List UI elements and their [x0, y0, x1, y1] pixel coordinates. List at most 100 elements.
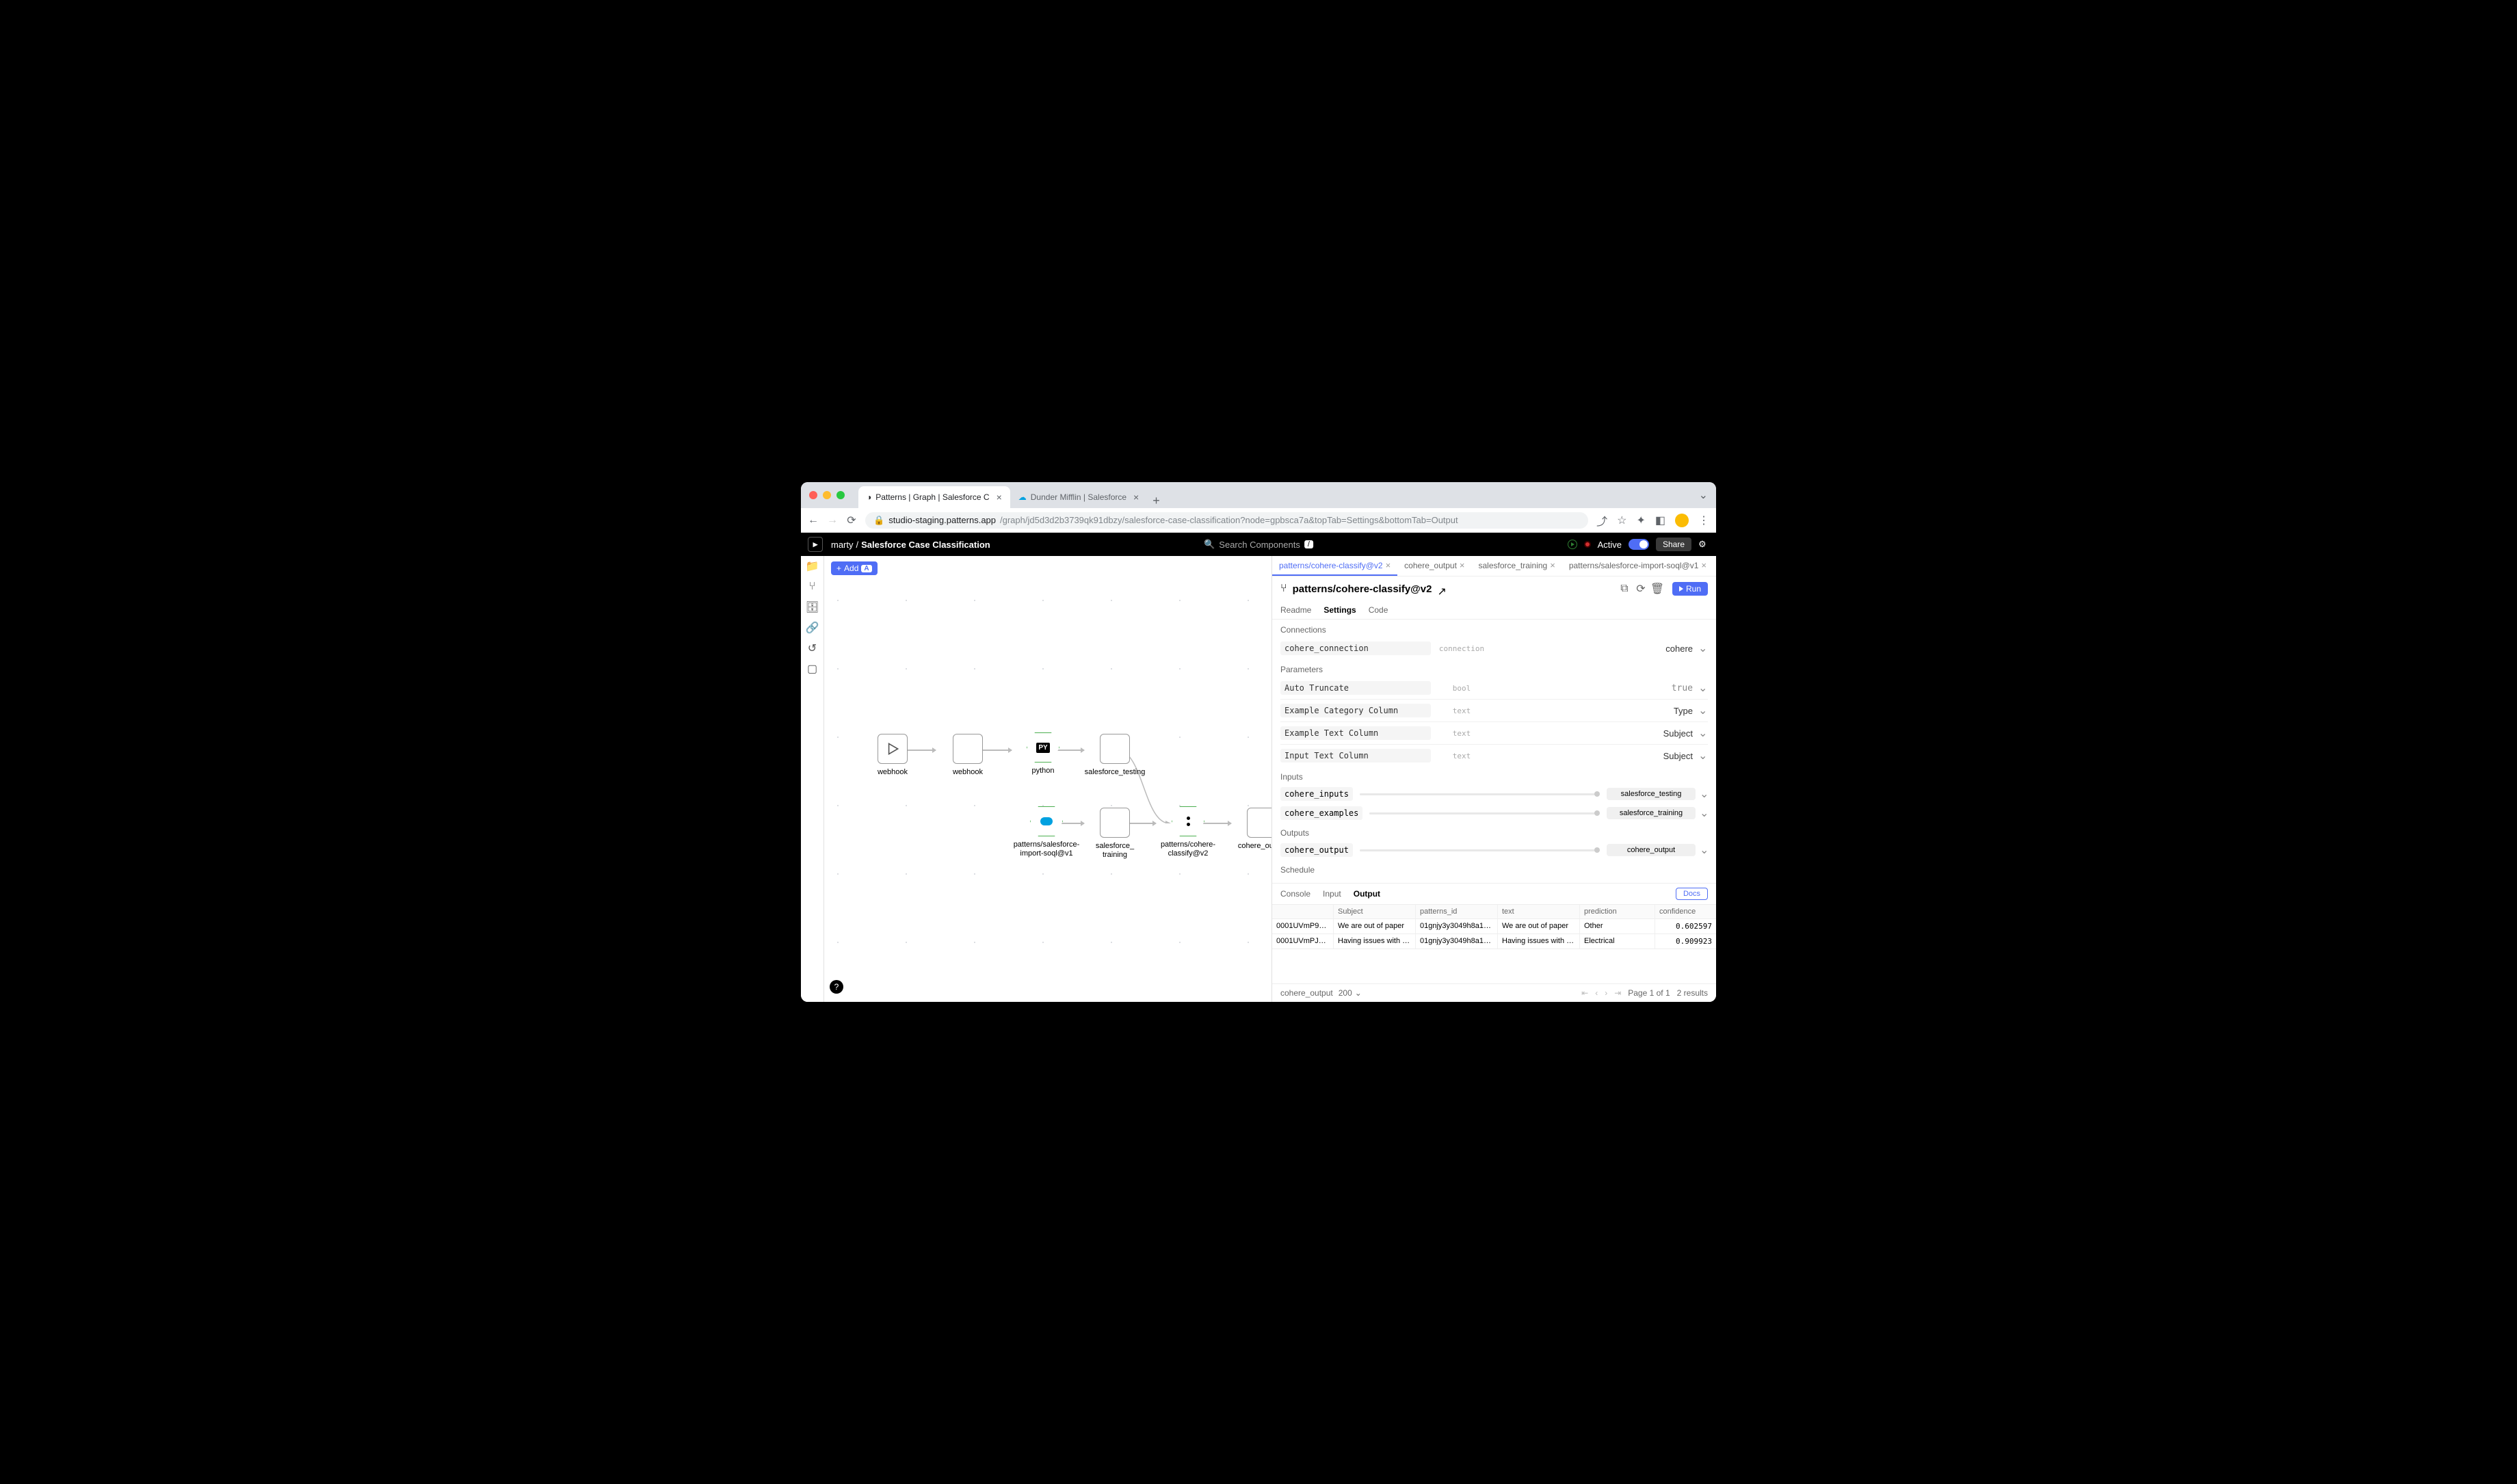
close-tab-icon[interactable]: ×: [997, 492, 1002, 503]
active-toggle[interactable]: [1629, 539, 1649, 550]
node-python[interactable]: PY python: [1012, 732, 1074, 776]
parameter-row[interactable]: Example Category ColumntextType⌄: [1280, 699, 1708, 721]
parameter-row[interactable]: Example Text ColumntextSubject⌄: [1280, 721, 1708, 744]
help-button[interactable]: ?: [830, 980, 843, 994]
breadcrumb[interactable]: marty / Salesforce Case Classification: [831, 540, 990, 550]
graph-canvas[interactable]: + Add A webhook webhook PY python: [824, 556, 1271, 1002]
first-page-icon[interactable]: ⇤: [1581, 988, 1588, 998]
console-tab-console[interactable]: Console: [1280, 889, 1310, 899]
run-status-icon[interactable]: [1568, 540, 1577, 549]
table-cell: 01gnjy3y3049h8a1…: [1416, 934, 1498, 949]
io-row[interactable]: cohere_examplessalesforce_training⌄: [1280, 804, 1708, 823]
share-icon[interactable]: ⤴: [1596, 512, 1607, 529]
close-icon[interactable]: ×: [1550, 560, 1555, 570]
connection-row[interactable]: cohere_connection connection cohere ⌄: [1280, 637, 1708, 659]
parameter-row[interactable]: Input Text ColumntextSubject⌄: [1280, 744, 1708, 767]
node-salesforce-testing[interactable]: salesforce_testing: [1084, 734, 1146, 777]
forward-button[interactable]: →: [827, 515, 838, 526]
io-slider[interactable]: [1369, 812, 1600, 814]
parameter-row[interactable]: Auto Truncatebooltrue⌄: [1280, 677, 1708, 699]
files-icon[interactable]: 📁: [806, 560, 819, 572]
console-tab-output[interactable]: Output: [1354, 889, 1380, 899]
close-icon[interactable]: ×: [1386, 560, 1391, 570]
close-icon[interactable]: ×: [1460, 560, 1465, 570]
sidepanel-icon[interactable]: ◧: [1655, 514, 1665, 527]
settings-icon[interactable]: ⚙: [1698, 539, 1709, 550]
panel-tab[interactable]: patterns/cohere-classify@v2×: [1272, 556, 1397, 576]
io-row[interactable]: cohere_outputcohere_output⌄: [1280, 840, 1708, 860]
node-salesforce-training[interactable]: salesforce_ training: [1084, 808, 1146, 860]
column-header[interactable]: Subject: [1334, 905, 1416, 918]
panel-tab[interactable]: cohere_output×: [1397, 556, 1471, 576]
back-button[interactable]: ←: [808, 515, 819, 526]
column-header[interactable]: [1272, 905, 1334, 918]
browser-tab-salesforce[interactable]: ☁ Dunder Mifflin | Salesforce ×: [1010, 486, 1147, 508]
docs-button[interactable]: Docs: [1676, 888, 1708, 900]
io-slider[interactable]: [1360, 849, 1600, 851]
new-tab-button[interactable]: +: [1152, 494, 1160, 508]
share-button[interactable]: Share: [1656, 538, 1691, 551]
left-rail: 📁 ⑂ 🗄 🔗 ↺ ▢: [801, 556, 824, 1002]
section-outputs: Outputs cohere_outputcohere_output⌄: [1272, 823, 1716, 860]
minimize-window-icon[interactable]: [823, 491, 831, 499]
bookmark-icon[interactable]: ☆: [1617, 514, 1626, 527]
external-link-icon[interactable]: ↗: [1438, 585, 1447, 594]
page-size-select[interactable]: 200 ⌄: [1339, 988, 1362, 998]
prev-page-icon[interactable]: ‹: [1595, 988, 1598, 998]
address-bar: ← → ⟳ 🔒 studio-staging.patterns.app/grap…: [801, 508, 1716, 533]
node-cohere-output[interactable]: cohere_output: [1231, 808, 1271, 851]
profile-avatar[interactable]: [1675, 514, 1689, 527]
branch-icon[interactable]: ⑂: [806, 581, 819, 593]
column-header[interactable]: prediction: [1580, 905, 1655, 918]
delete-icon[interactable]: 🗑: [1652, 583, 1663, 594]
run-button[interactable]: Run: [1672, 582, 1708, 596]
close-window-icon[interactable]: [809, 491, 817, 499]
add-node-button[interactable]: + Add A: [831, 561, 878, 575]
maximize-window-icon[interactable]: [836, 491, 845, 499]
tab-overflow-icon[interactable]: ⌄: [1699, 488, 1708, 502]
recording-icon[interactable]: [1584, 541, 1591, 548]
search-components[interactable]: 🔍 Search Components /: [1204, 539, 1313, 550]
next-page-icon[interactable]: ›: [1605, 988, 1607, 998]
table-row[interactable]: 0001UVmP9…We are out of paper01gnjy3y304…: [1272, 919, 1716, 934]
panel-tab[interactable]: webhook×: [1713, 556, 1716, 576]
node-cohere-classify[interactable]: patterns/cohere-classify@v2: [1157, 806, 1219, 858]
url-input[interactable]: 🔒 studio-staging.patterns.app/graph/jd5d…: [865, 512, 1588, 529]
database-icon[interactable]: 🗄: [806, 601, 819, 613]
link-icon[interactable]: 🔗: [806, 622, 819, 634]
kebab-menu-icon[interactable]: ⋮: [1698, 514, 1709, 527]
patterns-logo-icon[interactable]: ▸: [808, 537, 823, 552]
panel-tab[interactable]: salesforce_training×: [1472, 556, 1562, 576]
close-tab-icon[interactable]: ×: [1133, 492, 1139, 503]
chevron-down-icon: ⌄: [1698, 749, 1708, 763]
history-icon[interactable]: ↺: [806, 642, 819, 654]
column-header[interactable]: confidence: [1655, 905, 1716, 918]
close-icon[interactable]: ×: [1701, 560, 1706, 570]
subtab-settings[interactable]: Settings: [1323, 601, 1356, 619]
column-header[interactable]: patterns_id: [1416, 905, 1498, 918]
node-salesforce-import[interactable]: patterns/salesforce-import-soql@v1: [1012, 806, 1081, 858]
footer-table-name: cohere_output: [1280, 988, 1333, 998]
panel-icon[interactable]: ▢: [806, 663, 819, 675]
extensions-icon[interactable]: ✦: [1636, 514, 1645, 527]
node-webhook-trigger[interactable]: webhook: [862, 734, 923, 777]
tab-text: patterns/cohere-classify@v2: [1279, 561, 1383, 570]
refresh-icon[interactable]: ⟳: [1635, 583, 1646, 594]
subtab-readme[interactable]: Readme: [1280, 601, 1311, 619]
table-row[interactable]: 0001UVmPJ…Having issues with o…01gnjy3y3…: [1272, 934, 1716, 949]
param-name: cohere_connection: [1280, 641, 1431, 655]
reload-button[interactable]: ⟳: [846, 515, 857, 526]
panel-tab[interactable]: patterns/salesforce-import-soql@v1×: [1562, 556, 1713, 576]
copy-icon[interactable]: ⧉: [1619, 583, 1630, 594]
io-row[interactable]: cohere_inputssalesforce_testing⌄: [1280, 784, 1708, 804]
console-tab-input[interactable]: Input: [1323, 889, 1341, 899]
node-label: webhook: [937, 768, 999, 777]
active-label: Active: [1598, 540, 1622, 550]
subtab-code[interactable]: Code: [1369, 601, 1388, 619]
node-webhook-table[interactable]: webhook: [937, 734, 999, 777]
browser-tab-patterns[interactable]: ◑ Patterns | Graph | Salesforce C ×: [858, 486, 1010, 508]
column-header[interactable]: text: [1498, 905, 1580, 918]
chevron-down-icon: ⌄: [1698, 641, 1708, 655]
last-page-icon[interactable]: ⇥: [1614, 988, 1621, 998]
io-slider[interactable]: [1360, 793, 1600, 795]
